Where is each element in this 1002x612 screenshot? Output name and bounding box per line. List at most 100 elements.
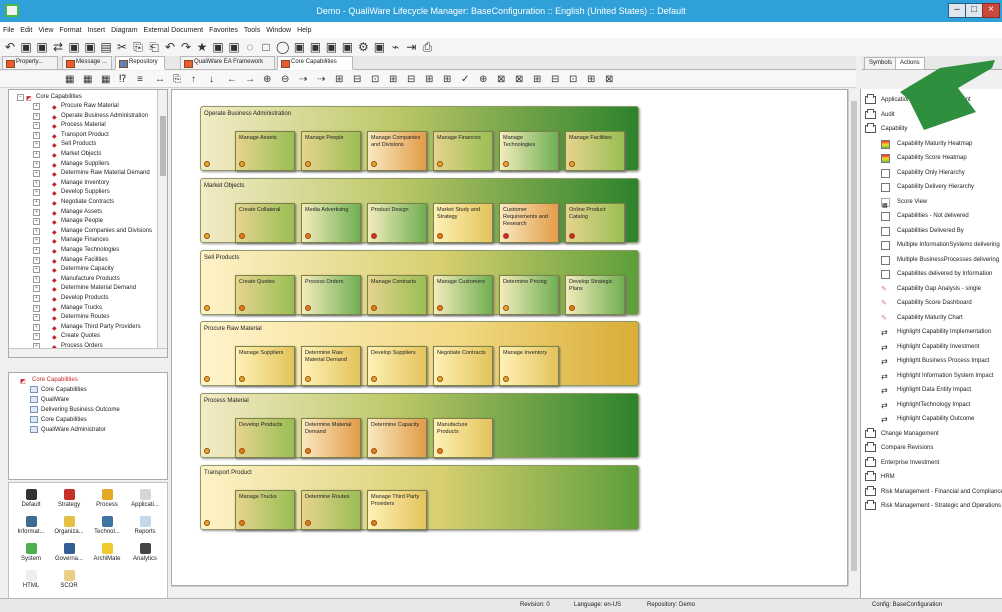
toolbar-icon[interactable]: ↶ [4,40,16,54]
capability-card[interactable]: Determine Routes [301,490,361,530]
palette-item[interactable]: Default [13,489,49,513]
action-item[interactable]: Capabilities - Not delivered [861,209,1002,223]
menu-window[interactable]: Window [266,27,291,34]
capability-card[interactable]: Determine Capacity [367,418,427,459]
tree-item[interactable]: + ◆ Procure Raw Material [9,101,159,111]
toolbar-icon[interactable]: ▣ [293,40,305,54]
action-item[interactable]: Capability Score Heatmap [861,151,1002,165]
action-item[interactable]: Capability Delivery Hierarchy [861,180,1002,194]
tree-item[interactable]: + ◆ Manage Finances [9,235,159,245]
expand-icon[interactable]: + [33,189,40,197]
capability-card[interactable]: Determine Material Demand [301,418,361,459]
action-item[interactable]: ✎ Capability Score Dashboard [861,296,1002,310]
repository-panel[interactable]: ◩ Core Capabilities Core Capabilities Qu… [8,372,168,480]
menu-format[interactable]: Format [59,27,81,34]
canvas-horizontal-scrollbar[interactable] [171,586,848,596]
palette-item[interactable]: Organiza... [51,516,87,540]
menu-external-document[interactable]: External Document [144,27,204,34]
actions-panel[interactable]: Application Portfolio ManagementAuditCap… [860,89,1002,598]
diagram-tool-icon[interactable]: ⇢ [317,74,325,85]
tree-item[interactable]: + ◆ Manage Inventory [9,178,159,188]
diagram-tool-icon[interactable]: ↑ [191,74,196,85]
expand-icon[interactable]: + [33,266,40,274]
diagram-tool-icon[interactable]: ⁉ [119,74,126,85]
tree-item[interactable]: + ◆ Manufacture Products [9,274,159,284]
expand-icon[interactable]: + [33,237,40,245]
toolbar-icon[interactable]: ▣ [36,40,48,54]
capability-diagram-canvas[interactable]: Operate Business Administration Manage As… [171,89,848,586]
diagram-tool-icon[interactable]: ⊡ [569,74,577,85]
diagram-tool-icon[interactable]: ⊟ [407,74,415,85]
action-item[interactable]: ⇄ Highlight Capability Investment [861,340,1002,354]
diagram-tool-icon[interactable]: ✓ [461,74,469,85]
action-item[interactable]: ⇄ Highlight Capability Outcome [861,412,1002,426]
capability-card[interactable]: Customer Requirements and Research [499,202,559,243]
diagram-tool-icon[interactable]: ← [227,74,237,85]
toolbar-icon[interactable]: ↶ [164,40,176,54]
expand-icon[interactable]: + [33,170,40,178]
action-item[interactable]: ⇄ Highlight Business Process Impact [861,354,1002,368]
action-item[interactable]: ▦ Score View [861,195,1002,209]
action-item[interactable]: ⇄ Highlight Capability Implementation [861,325,1002,339]
capability-card[interactable]: Manage Customers [433,274,493,315]
tree-item[interactable]: + ◆ Manage Suppliers [9,159,159,169]
capability-group[interactable]: Sell Products Create Quotes Process Orders… [200,249,639,315]
toolbar-icon[interactable]: ⚙ [357,40,369,54]
expand-icon[interactable]: + [33,141,40,149]
capability-card[interactable]: Market Study and Strategy [433,202,493,243]
tree-item[interactable]: + ◆ Manage Third Party Providers [9,322,159,332]
canvas-scroll-thumb[interactable] [851,101,857,571]
action-folder[interactable]: Risk Management - Financial and Complian… [861,485,1002,499]
expand-icon[interactable]: + [33,295,40,302]
expand-icon[interactable]: + [33,160,40,168]
menu-edit[interactable]: Edit [20,27,32,34]
action-item[interactable]: ⇄ Highlight Information System Impact [861,369,1002,383]
diagram-tool-icon[interactable]: ⊠ [605,74,613,85]
toolbar-icon[interactable]: ✂ [116,40,128,54]
toolbar-icon[interactable]: ⎗ [148,40,160,55]
capability-card[interactable]: Develop Strategic Plans [565,274,625,315]
capability-card[interactable]: Determine Raw Material Demand [301,346,361,387]
expand-icon[interactable]: + [33,151,40,158]
expand-icon[interactable]: + [33,131,40,139]
canvas-vertical-scrollbar[interactable] [848,89,858,586]
expand-icon[interactable]: + [33,103,40,110]
toolbar-icon[interactable]: ▣ [228,40,240,54]
palette-item[interactable]: Reports [127,516,163,540]
window-title-bar[interactable]: Demo - QualiWare Lifecycle Manager: Base… [0,0,1002,22]
capability-card[interactable]: Manage Contracts [367,274,427,315]
expand-icon[interactable]: + [33,179,40,187]
tree-item[interactable]: + ◆ Determine Raw Material Demand [9,168,159,178]
toolbar-icon[interactable]: ▣ [309,40,321,54]
palette-item[interactable]: ArchiMate [89,543,125,567]
tree-item[interactable]: + ◆ Determine Routes [9,312,159,322]
diagram-tool-icon[interactable]: ⊞ [425,74,433,85]
diagram-tool-icon[interactable]: ⊠ [515,74,523,85]
toolbar-icon[interactable]: ⌁ [389,40,401,54]
toolbar-icon[interactable]: ▣ [325,40,337,54]
tab-repository[interactable]: Repository [115,56,165,70]
minimize-button[interactable]: – [948,3,966,18]
capability-card[interactable]: Manage Companies and Divisions [367,131,427,171]
expand-icon[interactable]: + [33,333,40,341]
capability-card[interactable]: Manage Finances [433,131,493,171]
capability-card[interactable]: Create Collateral [235,202,295,243]
menu-file[interactable]: File [3,27,14,34]
toolbar-icon[interactable]: ▣ [373,40,385,54]
action-folder[interactable]: HRM [861,470,1002,484]
palette-item[interactable]: Process [89,489,125,513]
expand-icon[interactable]: + [33,314,40,322]
palette-item[interactable]: Analytics [127,543,163,567]
tree-item[interactable]: + ◆ Manage Companies and Divisions [9,226,159,236]
expand-icon[interactable]: + [33,218,40,226]
action-item[interactable]: Capabilities Delivered By [861,224,1002,238]
action-item[interactable]: ⇄ HighlightTechnology Impact [861,398,1002,412]
toolbar-icon[interactable]: ▣ [68,40,80,54]
tab-messages[interactable]: Message ... [62,56,112,70]
tree-vertical-scrollbar[interactable] [157,90,167,357]
tree-item[interactable]: + ◆ Develop Suppliers [9,187,159,197]
tree-item[interactable]: + ◆ Determine Capacity [9,264,159,274]
diagram-tool-icon[interactable]: ⊕ [263,74,271,85]
menu-help[interactable]: Help [297,27,311,34]
capability-card[interactable]: Manage Assets [235,131,295,171]
